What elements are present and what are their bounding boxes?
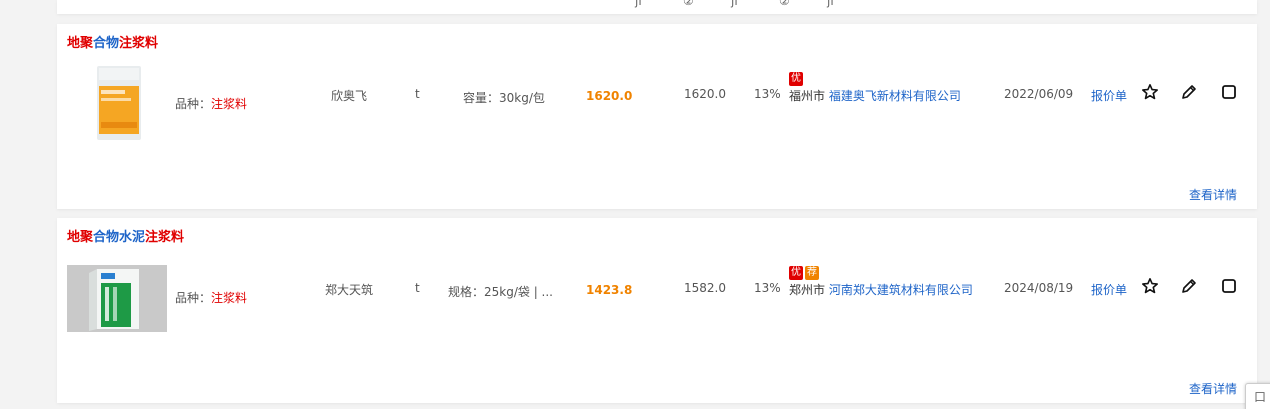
supplier-badges: 优: [789, 72, 803, 86]
unit: t: [415, 87, 420, 101]
publish-date: 2024/08/19: [1004, 281, 1074, 295]
brand: 欣奥飞: [331, 89, 368, 103]
checkbox-icon[interactable]: [1220, 83, 1238, 101]
supplier-company-link[interactable]: 河南郑大建筑材料有限公司: [829, 283, 973, 297]
original-price: 1620.0: [684, 87, 726, 101]
floating-widget[interactable]: 口: [1245, 383, 1270, 409]
glyph: ji: [827, 0, 834, 8]
star-icon[interactable]: [1141, 277, 1159, 295]
quality-badge: 优: [789, 72, 803, 86]
title-part: 水泥: [119, 230, 146, 245]
variety-label: 品种：: [175, 291, 212, 305]
variety: 品种：注浆料: [175, 289, 247, 306]
view-details-link[interactable]: 查看详情: [1189, 380, 1237, 397]
star-icon[interactable]: [1141, 83, 1159, 101]
recommended-badge: 荐: [805, 266, 819, 280]
product-title[interactable]: 地聚合物水泥注浆料: [67, 226, 184, 245]
supplier-city: 福州市: [789, 89, 826, 103]
tax-rate: 13%: [754, 87, 781, 101]
product-card: 地聚合物水泥注浆料 品种：注浆料 郑大天筑 t 规格：25kg/袋 | ... …: [57, 218, 1257, 403]
quote-link[interactable]: 报价单: [1091, 281, 1127, 298]
floating-widget-label: 口: [1254, 390, 1267, 404]
product-title[interactable]: 地聚合物注浆料: [67, 32, 158, 51]
supplier-company-link[interactable]: 福建奥飞新材料有限公司: [829, 89, 961, 103]
supplier-city: 郑州市: [789, 283, 826, 297]
pagination-glyphs: ji ② ji ② ji: [635, 0, 875, 8]
quality-badge: 优: [789, 266, 803, 280]
quote-link[interactable]: 报价单: [1091, 87, 1127, 104]
checkbox-icon[interactable]: [1220, 277, 1238, 295]
spec: 规格：25kg/袋 | ...: [448, 285, 553, 299]
supplier: 郑州市 河南郑大建筑材料有限公司: [789, 281, 973, 298]
glyph: ②: [683, 0, 694, 8]
supplier: 福州市 福建奥飞新材料有限公司: [789, 87, 961, 104]
title-part: 注浆料: [119, 36, 159, 51]
variety: 品种：注浆料: [175, 95, 247, 112]
title-part: 地聚: [67, 230, 94, 245]
view-details-link[interactable]: 查看详情: [1189, 186, 1237, 203]
variety-value: 注浆料: [211, 97, 248, 111]
pencil-icon[interactable]: [1180, 83, 1198, 101]
product-thumbnail[interactable]: [95, 64, 143, 142]
previous-card-bottom: ji ② ji ② ji: [57, 0, 1257, 14]
pencil-icon[interactable]: [1180, 277, 1198, 295]
price: 1423.8: [586, 283, 633, 297]
price: 1620.0: [586, 89, 633, 103]
publish-date: 2022/06/09: [1004, 87, 1074, 101]
glyph: ji: [731, 0, 738, 8]
title-part: 合物: [93, 230, 120, 245]
tax-rate: 13%: [754, 281, 781, 295]
glyph: ②: [779, 0, 790, 8]
product-card: 地聚合物注浆料 品种：注浆料 欣奥飞 t 容量：30kg/包 1620.0 16…: [57, 24, 1257, 209]
variety-value: 注浆料: [211, 291, 248, 305]
spec: 容量：30kg/包: [463, 91, 545, 105]
title-part: 地聚: [67, 36, 94, 51]
title-part: 合物: [93, 36, 120, 51]
unit: t: [415, 281, 420, 295]
supplier-badges: 优 荐: [789, 266, 819, 280]
brand: 郑大天筑: [325, 283, 374, 297]
glyph: ji: [635, 0, 642, 8]
title-part: 注浆料: [145, 230, 185, 245]
variety-label: 品种：: [175, 97, 212, 111]
product-thumbnail[interactable]: [67, 265, 167, 332]
original-price: 1582.0: [684, 281, 726, 295]
